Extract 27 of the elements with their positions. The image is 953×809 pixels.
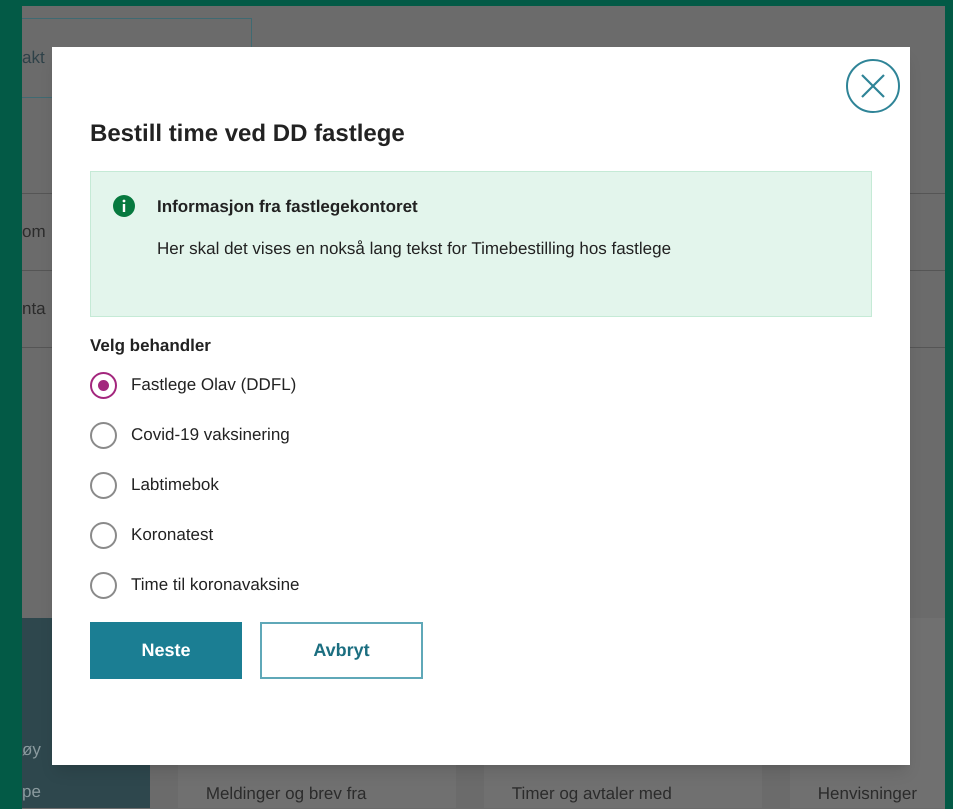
radio-button[interactable] xyxy=(90,372,117,398)
tab-text: akt xyxy=(22,47,45,70)
card-text: Henvisninger xyxy=(818,782,918,804)
side-panel-text: pe xyxy=(22,780,42,802)
side-panel-text: øy xyxy=(22,739,42,761)
card-text: Timer og avtaler med xyxy=(512,782,673,804)
next-button[interactable]: Neste xyxy=(90,622,242,678)
radio-button[interactable] xyxy=(90,472,117,498)
row-text: om xyxy=(22,221,46,244)
cancel-button[interactable]: Avbryt xyxy=(260,622,423,678)
info-text: Her skal det vises en nokså lang tekst for Timebestilling hos fastlege xyxy=(157,238,672,260)
info-heading: Informasjon fra fastlegekontoret xyxy=(157,196,419,218)
radio-option[interactable]: Fastlege Olav (DDFL) xyxy=(90,370,872,400)
radio-option[interactable]: Koronatest xyxy=(90,520,872,550)
radio-option[interactable]: Time til koronavaksine xyxy=(90,570,872,600)
radio-option[interactable]: Labtimebok xyxy=(90,470,872,500)
dialog-title: Bestill time ved DD fastlege xyxy=(90,119,406,149)
row-text: nta xyxy=(22,298,46,320)
radio-option[interactable]: Covid-19 vaksinering xyxy=(90,420,872,450)
radio-button[interactable] xyxy=(90,522,117,548)
radio-button[interactable] xyxy=(90,422,117,448)
info-icon xyxy=(113,195,135,217)
radio-button[interactable] xyxy=(90,572,117,598)
close-icon xyxy=(860,73,886,99)
close-button[interactable] xyxy=(846,59,900,113)
group-label: Velg behandler xyxy=(90,335,212,357)
card-text: Meldinger og brev fra xyxy=(206,782,368,804)
